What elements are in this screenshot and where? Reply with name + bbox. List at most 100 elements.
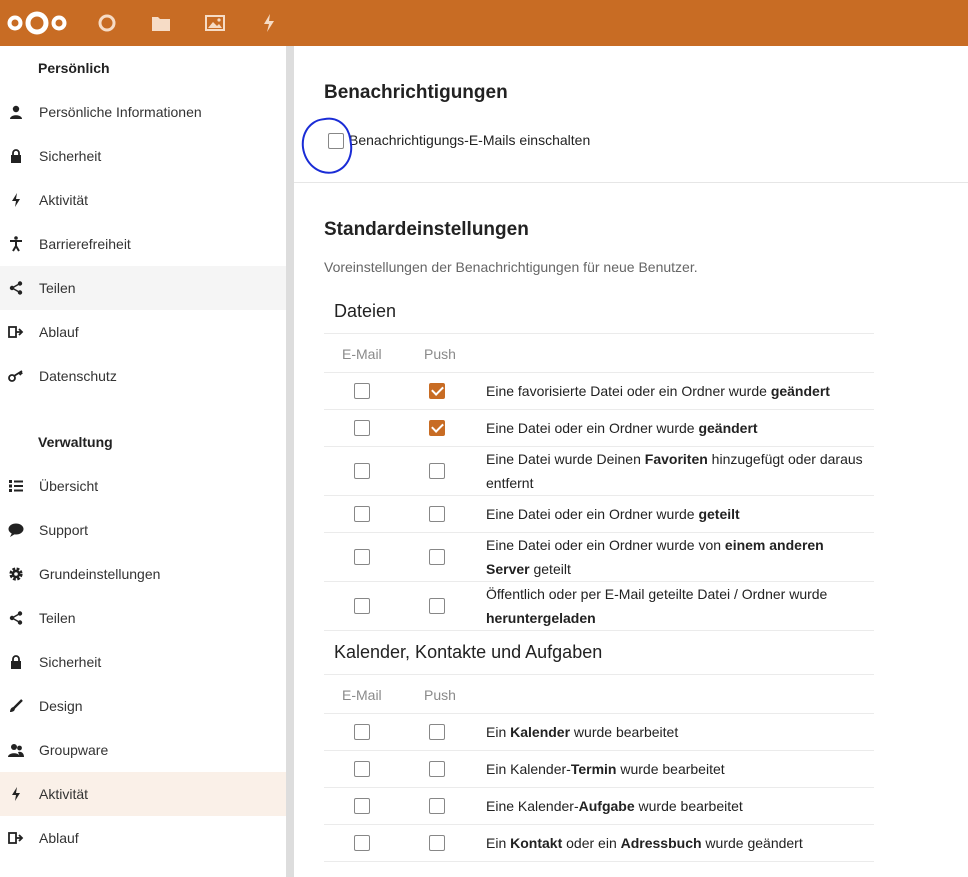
flow-icon (8, 324, 24, 340)
push-checkbox[interactable] (429, 724, 445, 740)
files-icon[interactable] (149, 0, 173, 46)
sidebar-item-groupware[interactable]: Groupware (0, 728, 286, 772)
list-icon (8, 478, 24, 494)
table-divider (324, 630, 874, 631)
share-icon (8, 280, 24, 296)
table-divider (324, 333, 874, 334)
flow-icon (8, 830, 24, 846)
sidebar-item-label: Teilen (39, 280, 76, 296)
group-title: Dateien (334, 301, 397, 321)
sidebar-item-label: Persönliche Informationen (39, 104, 202, 120)
email-checkbox[interactable] (354, 798, 370, 814)
email-checkbox[interactable] (354, 420, 370, 436)
column-header-push: Push (424, 687, 456, 703)
top-header (0, 0, 968, 46)
sidebar-item-support[interactable]: Support (0, 508, 286, 552)
column-header-push: Push (424, 346, 456, 362)
push-checkbox[interactable] (429, 506, 445, 522)
group-title: Kalender, Kontakte und Aufgaben (334, 642, 603, 662)
push-checkbox[interactable] (429, 549, 445, 565)
brush-icon (8, 698, 24, 714)
nextcloud-logo[interactable] (6, 0, 68, 46)
sidebar-item-privacy[interactable]: Datenschutz (0, 354, 286, 398)
defaults-title: Standardeinstellungen (324, 219, 529, 240)
sidebar-item-accessibility[interactable]: Barrierefreiheit (0, 222, 286, 266)
email-checkbox[interactable] (354, 383, 370, 399)
sidebar-item-label: Sicherheit (39, 148, 102, 164)
person-icon (8, 104, 24, 120)
push-checkbox[interactable] (429, 798, 445, 814)
email-checkbox[interactable] (354, 506, 370, 522)
notification-type-label: Eine Kalender-Aufgabe wurde bearbeitet (486, 798, 743, 814)
sidebar-item-personal-info[interactable]: Persönliche Informationen (0, 90, 286, 134)
notification-type-label: Eine Datei oder ein Ordner wurde von ein… (486, 537, 824, 577)
table-row: Eine Datei oder ein Ordner wurde geteilt (294, 495, 968, 532)
table-divider (324, 861, 874, 862)
email-checkbox[interactable] (354, 835, 370, 851)
speech-bubble-icon (8, 522, 24, 538)
sidebar-item-label: Aktivität (39, 192, 89, 208)
table-row: Öffentlich oder per E-Mail geteilte Date… (294, 581, 968, 630)
sidebar-item-sharing-admin[interactable]: Teilen (0, 596, 286, 640)
sidebar-item-sharing[interactable]: Teilen (0, 266, 286, 310)
table-row: Eine favorisierte Datei oder ein Ordner … (294, 372, 968, 409)
push-checkbox[interactable] (429, 420, 445, 436)
accessibility-icon (8, 236, 24, 252)
notification-type-label: Eine favorisierte Datei oder ein Ordner … (486, 383, 830, 399)
sidebar-item-label: Grundeinstellungen (39, 566, 161, 582)
activity-icon (8, 192, 24, 208)
email-notifications-label[interactable]: Benachrichtigungs-E-Mails einschalten (349, 132, 590, 148)
sidebar-item-flow[interactable]: Ablauf (0, 310, 286, 354)
hand-drawn-circle-annotation (298, 114, 356, 178)
email-checkbox[interactable] (354, 549, 370, 565)
key-icon (8, 368, 24, 384)
sidebar-item-label: Datenschutz (39, 368, 117, 384)
notifications-title: Benachrichtigungen (324, 82, 508, 103)
sidebar-item-activity-admin[interactable]: Aktivität (0, 772, 286, 816)
notification-settings-panel: Benachrichtigungen Benachrichtigungs-E-M… (294, 46, 968, 877)
sidebar-item-security-admin[interactable]: Sicherheit (0, 640, 286, 684)
table-row: Ein Kalender-Termin wurde bearbeitet (294, 750, 968, 787)
push-checkbox[interactable] (429, 383, 445, 399)
push-checkbox[interactable] (429, 761, 445, 777)
sidebar-item-design[interactable]: Design (0, 684, 286, 728)
dashboard-icon[interactable] (95, 0, 119, 46)
push-checkbox[interactable] (429, 835, 445, 851)
sidebar-heading-personal: Persönlich (38, 60, 110, 76)
section-divider (294, 182, 968, 183)
push-checkbox[interactable] (429, 598, 445, 614)
notification-type-label: Eine Datei wurde Deinen Favoriten hinzug… (486, 451, 863, 491)
email-checkbox[interactable] (354, 724, 370, 740)
email-checkbox[interactable] (354, 598, 370, 614)
column-header-email: E-Mail (342, 346, 382, 362)
settings-sidebar: Persönlich Persönliche Informationen Sic… (0, 46, 286, 877)
sidebar-item-label: Ablauf (39, 324, 79, 340)
defaults-subtitle: Voreinstellungen der Benachrichtigungen … (324, 259, 698, 275)
email-checkbox[interactable] (354, 463, 370, 479)
notification-type-label: Öffentlich oder per E-Mail geteilte Date… (486, 586, 828, 626)
sidebar-item-overview[interactable]: Übersicht (0, 464, 286, 508)
sidebar-item-basic-settings[interactable]: Grundeinstellungen (0, 552, 286, 596)
photos-icon[interactable] (203, 0, 227, 46)
lock-icon (8, 654, 24, 670)
share-icon (8, 610, 24, 626)
email-checkbox[interactable] (354, 761, 370, 777)
activity-icon[interactable] (257, 0, 281, 46)
table-row: Ein Kalender wurde bearbeitet (294, 713, 968, 750)
sidebar-scrollbar[interactable] (286, 46, 294, 877)
push-checkbox[interactable] (429, 463, 445, 479)
sidebar-item-activity[interactable]: Aktivität (0, 178, 286, 222)
table-row: Ein Kontakt oder ein Adressbuch wurde ge… (294, 824, 968, 861)
sidebar-item-label: Übersicht (39, 478, 99, 494)
sidebar-item-label: Barrierefreiheit (39, 236, 131, 252)
sidebar-item-security[interactable]: Sicherheit (0, 134, 286, 178)
sidebar-heading-admin: Verwaltung (38, 434, 113, 450)
notification-type-label: Ein Kalender wurde bearbeitet (486, 724, 679, 740)
activity-icon (8, 786, 24, 802)
notification-type-label: Eine Datei oder ein Ordner wurde geteilt (486, 506, 740, 522)
sidebar-item-flow-admin[interactable]: Ablauf (0, 816, 286, 860)
column-header-email: E-Mail (342, 687, 382, 703)
sidebar-item-label: Teilen (39, 610, 76, 626)
lock-icon (8, 148, 24, 164)
table-row: Eine Datei wurde Deinen Favoriten hinzug… (294, 446, 968, 495)
